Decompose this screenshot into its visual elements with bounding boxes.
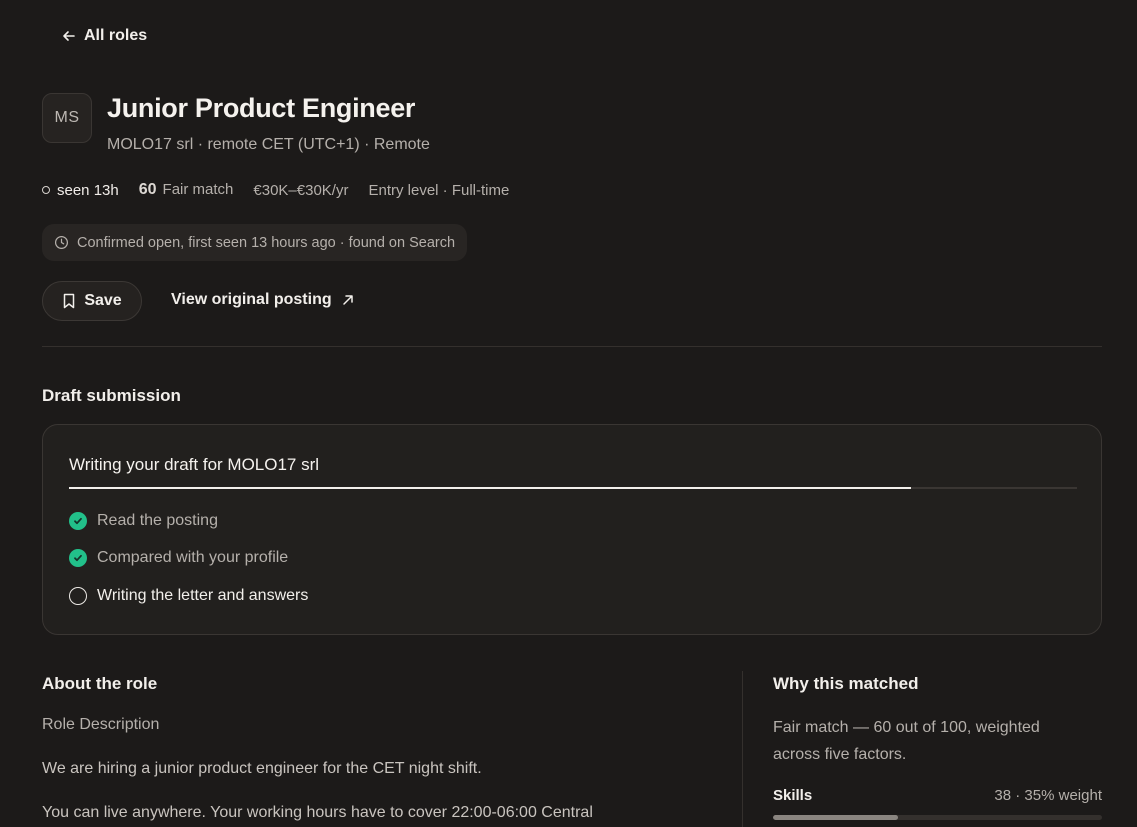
factor-bar-fill	[773, 815, 899, 820]
company-initials: MS	[54, 109, 80, 126]
check-circle-icon	[69, 512, 87, 530]
view-original-posting-link[interactable]: View original posting	[171, 291, 354, 309]
job-meta-row: seen 13h 60 Fair match €30K–€30K/yr Entr…	[42, 181, 509, 199]
match-score: 60 Fair match	[139, 181, 234, 199]
role-description-label: Role Description	[42, 716, 160, 733]
step-compared-profile: Compared with your profile	[69, 549, 288, 567]
view-original-label: View original posting	[171, 291, 332, 308]
why-summary: Fair match — 60 out of 100, weighted acr…	[773, 719, 1040, 763]
external-arrow-icon	[342, 295, 353, 305]
role-paragraph: We are hiring a junior product engineer …	[42, 760, 482, 777]
job-level: Entry level · Full-time	[368, 181, 510, 199]
draft-progress-fill	[69, 487, 911, 489]
job-subtitle: MOLO17 srl · remote CET (UTC+1) · Remote	[107, 136, 430, 153]
draft-heading: Writing your draft for MOLO17 srl	[69, 455, 320, 474]
column-divider	[742, 671, 743, 827]
check-circle-icon	[69, 549, 87, 567]
arrow-left-icon	[63, 31, 75, 41]
section-divider	[42, 346, 1102, 347]
step-read-posting: Read the posting	[69, 512, 218, 530]
save-button[interactable]: Save	[42, 281, 142, 321]
factor-bar-skills	[773, 815, 1102, 820]
draft-progress-bar	[69, 487, 1077, 489]
role-paragraph: You can live anywhere. Your working hour…	[42, 804, 593, 821]
match-label: Fair match	[162, 181, 234, 198]
step-writing-letter: Writing the letter and answers	[69, 587, 308, 605]
seen-indicator: seen 13h	[42, 182, 119, 199]
match-score-number: 60	[138, 181, 157, 198]
step-label: Compared with your profile	[97, 549, 289, 566]
all-roles-link[interactable]: All roles	[62, 27, 147, 45]
factor-name: Skills	[773, 787, 813, 804]
save-label: Save	[84, 292, 122, 309]
draft-section-title: Draft submission	[42, 386, 181, 405]
job-title: Junior Product Engineer	[107, 93, 416, 123]
salary-range: €30K–€30K/yr	[253, 181, 349, 199]
status-dot-icon	[42, 186, 50, 194]
factor-row-skills: Skills 38 · 35% weight	[773, 787, 1102, 804]
step-label: Read the posting	[97, 512, 218, 529]
job-detail-page: All roles MS Junior Product Engineer MOL…	[0, 0, 1137, 827]
company-logo: MS	[42, 93, 92, 143]
status-pill: Confirmed open, first seen 13 hours ago …	[42, 224, 468, 261]
status-text: Confirmed open, first seen 13 hours ago …	[77, 234, 456, 251]
seen-label: seen 13h	[57, 181, 119, 199]
factor-value: 38 · 35% weight	[994, 787, 1102, 804]
step-label: Writing the letter and answers	[97, 587, 309, 604]
about-section-title: About the role	[42, 674, 158, 693]
why-section-title: Why this matched	[773, 674, 919, 693]
all-roles-label: All roles	[84, 27, 148, 44]
clock-icon	[54, 235, 69, 250]
bookmark-icon	[64, 293, 75, 309]
draft-progress-card: Writing your draft for MOLO17 srl Read t…	[42, 424, 1102, 635]
empty-circle-icon	[69, 587, 87, 605]
